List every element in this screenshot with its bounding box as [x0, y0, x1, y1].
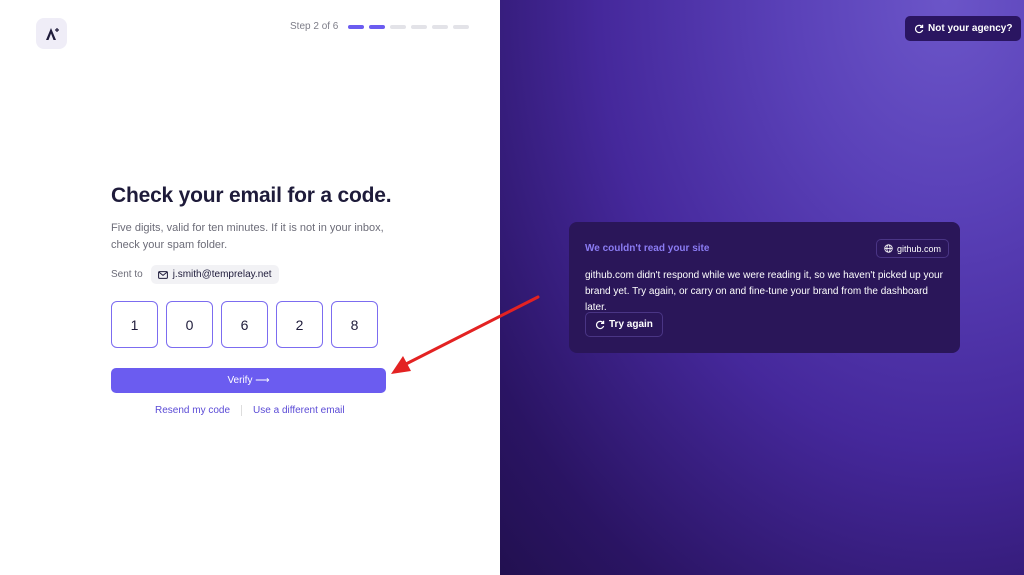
step-label: Step 2 of 6: [290, 21, 339, 32]
email-chip: j.smith@temprelay.net: [150, 265, 279, 284]
step-segment-2: [369, 24, 386, 29]
globe-icon: [884, 244, 893, 253]
different-email-link[interactable]: Use a different email: [253, 405, 345, 416]
step-segment-3: [390, 24, 407, 29]
not-your-agency-button[interactable]: Not your agency?: [905, 16, 1022, 41]
otp-digit-4[interactable]: 2: [276, 301, 323, 348]
card-title: We couldn't read your site: [585, 243, 710, 254]
mail-icon: [157, 270, 168, 279]
otp-input-group: 1 0 6 2 8: [111, 301, 386, 348]
verify-button[interactable]: Verify ⟶: [111, 368, 386, 393]
try-again-button[interactable]: Try again: [585, 312, 663, 337]
page-description: Five digits, valid for ten minutes. If i…: [111, 222, 384, 251]
sent-to-row: Sent to j.smith@temprelay.net: [111, 265, 279, 284]
otp-digit-1[interactable]: 1: [111, 301, 158, 348]
card-body: github.com didn't respond while we were …: [585, 270, 943, 313]
try-again-label: Try again: [609, 319, 653, 330]
site-chip: github.com: [876, 239, 950, 258]
site-chip-label: github.com: [897, 243, 942, 254]
step-segment-1: [348, 24, 365, 29]
secondary-links: Resend my code Use a different email: [155, 405, 345, 416]
resend-code-link[interactable]: Resend my code: [155, 405, 230, 416]
link-divider: [241, 405, 243, 416]
logo[interactable]: [36, 18, 67, 49]
page-title: Check your email for a code.: [111, 184, 392, 207]
sent-to-label: Sent to: [111, 269, 143, 280]
step-segment-5: [432, 24, 449, 29]
step-segment-6: [453, 24, 470, 29]
refresh-icon: [914, 24, 924, 33]
refresh-icon: [595, 320, 605, 329]
otp-digit-3[interactable]: 6: [221, 301, 268, 348]
step-indicator: Step 2 of 6: [290, 21, 474, 32]
left-panel: Step 2 of 6 Check your email for a code.…: [0, 0, 500, 575]
step-segment-4: [411, 24, 428, 29]
not-your-agency-label: Not your agency?: [928, 23, 1013, 34]
email-address: j.smith@temprelay.net: [172, 269, 272, 280]
site-read-error-card: We couldn't read your site github.com gi…: [569, 222, 960, 353]
otp-digit-5[interactable]: 8: [331, 301, 378, 348]
otp-digit-2[interactable]: 0: [166, 301, 213, 348]
logo-icon: [45, 27, 59, 40]
